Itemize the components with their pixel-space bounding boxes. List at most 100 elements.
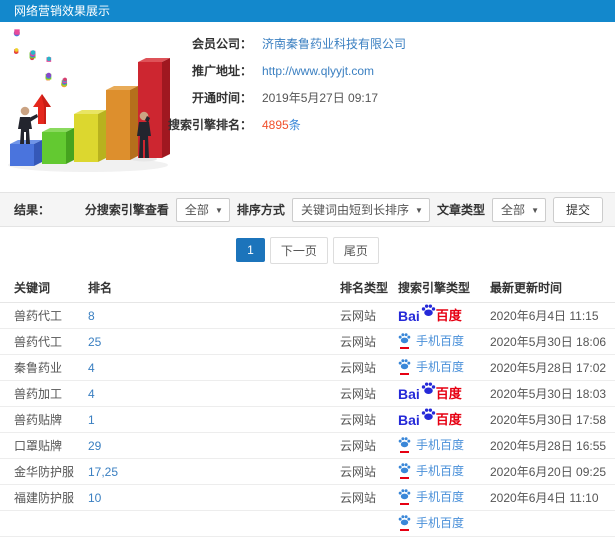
baidu-logo: Bai 百度	[398, 382, 462, 402]
member-company-link[interactable]: 济南秦鲁药业科技有限公司	[262, 36, 406, 52]
mobile-baidu-link[interactable]: 手机百度	[398, 358, 465, 376]
mobile-baidu-paw-icon	[398, 514, 412, 532]
keyword-cell: 兽药代工	[14, 335, 63, 349]
sort-label: 排序方式	[236, 203, 285, 217]
table-row: 兽药代工 8 云网站 Bai 百度 2020年6月4日 11:15	[0, 303, 615, 329]
mobile-baidu-label: 手机百度	[416, 359, 465, 374]
mobile-baidu-link[interactable]: 手机百度	[398, 462, 464, 480]
article-type-label: 文章类型	[436, 203, 485, 217]
rank-link[interactable]: 1	[88, 413, 340, 427]
rank-link[interactable]: 29	[88, 439, 340, 453]
mobile-baidu-paw-icon	[398, 332, 412, 350]
page-button-1[interactable]: 1	[236, 238, 265, 262]
engine-cell: 手机百度	[398, 358, 490, 378]
mobile-baidu-link[interactable]: 手机百度	[398, 332, 465, 350]
table-row: 手机百度	[0, 511, 615, 537]
engine-cell: 手机百度	[398, 514, 490, 534]
rank-type-cell: 云网站	[340, 387, 377, 401]
rank-type-cell: 云网站	[340, 361, 377, 375]
updated-cell: 2020年5月30日 18:06	[490, 335, 607, 349]
growth-chart-illustration	[8, 29, 170, 172]
rank-type-cell: 云网站	[340, 413, 377, 427]
rank-link[interactable]: 17,25	[88, 465, 340, 479]
col-rank: 排名	[88, 281, 113, 295]
results-table: 关键词 排名 排名类型 搜索引擎类型 最新更新时间 兽药代工 8 云网站 Bai 百度 2…	[0, 273, 615, 537]
rank-type-cell: 云网站	[340, 309, 377, 323]
baidu-logo-du: 百度	[435, 386, 462, 401]
engine-rank-row: 搜索引擎排名： 4895条	[160, 117, 406, 133]
chevron-down-icon: ▼	[415, 205, 423, 215]
table-row: 兽药加工 4 云网站 Bai 百度 2020年5月30日 18:03	[0, 381, 615, 407]
engine-rank-unit: 条	[288, 118, 301, 132]
keyword-cell: 秦鲁药业	[14, 361, 63, 375]
opened-time-row: 开通时间： 2019年5月27日 09:17	[160, 90, 406, 106]
updated-cell: 2020年6月4日 11:10	[490, 491, 599, 505]
mobile-baidu-paw-icon	[398, 488, 412, 506]
table-row: 福建防护服 10 云网站 手机百度 2020年6月4日 11:10	[0, 485, 615, 511]
confetti-dots	[13, 29, 68, 88]
engine-filter-label: 分搜索引擎查看	[84, 203, 169, 217]
chevron-down-icon: ▼	[215, 205, 223, 215]
engine-rank-value: 4895条	[262, 117, 301, 133]
baidu-logo-du: 百度	[435, 412, 462, 427]
updated-cell: 2020年6月20日 09:25	[490, 465, 607, 479]
rank-link[interactable]: 4	[88, 387, 340, 401]
rank-type-cell: 云网站	[340, 491, 377, 505]
mobile-baidu-link[interactable]: 手机百度	[398, 514, 464, 532]
rank-type-cell: 云网站	[340, 465, 377, 479]
mobile-baidu-link[interactable]: 手机百度	[398, 488, 464, 506]
engine-filter-selected: 全部	[184, 202, 209, 217]
baidu-logo: Bai 百度	[398, 408, 462, 428]
table-row: 口罩贴牌 29 云网站 手机百度 2020年5月28日 16:55	[0, 433, 615, 459]
updated-cell: 2020年5月30日 18:03	[490, 387, 607, 401]
page-title: 网络营销效果展示	[14, 4, 111, 18]
rank-link[interactable]: 4	[88, 361, 340, 375]
article-type-select[interactable]: 全部 ▼	[491, 197, 546, 222]
table-row: 金华防护服 17,25 云网站 手机百度 2020年6月20日 09:25	[0, 459, 615, 485]
up-arrow	[33, 94, 51, 124]
member-company-row: 会员公司： 济南秦鲁药业科技有限公司	[160, 36, 406, 52]
keyword-cell: 口罩贴牌	[14, 439, 63, 453]
table-row: 兽药代工 25 云网站 手机百度 2020年5月30日 18:06	[0, 329, 615, 355]
mobile-baidu-label: 手机百度	[416, 437, 465, 452]
baidu-paw-icon	[421, 407, 436, 424]
account-summary-section: 会员公司： 济南秦鲁药业科技有限公司 推广地址： http://www.qlyy…	[0, 22, 615, 192]
bar-yellow	[74, 110, 106, 162]
keyword-cell: 兽药加工	[14, 387, 63, 401]
rank-type-cell: 云网站	[340, 335, 377, 349]
submit-button[interactable]: 提交	[552, 196, 603, 223]
updated-cell: 2020年5月28日 17:02	[490, 361, 607, 375]
engine-cell: 手机百度	[398, 332, 490, 352]
engine-cell: 手机百度	[398, 462, 490, 482]
table-row: 秦鲁药业 4 云网站 手机百度 2020年5月28日 17:02	[0, 355, 615, 381]
engine-cell: Bai 百度	[398, 304, 490, 324]
baidu-logo-bai: Bai	[398, 411, 420, 428]
mobile-baidu-paw-icon	[398, 436, 412, 454]
account-details: 会员公司： 济南秦鲁药业科技有限公司 推广地址： http://www.qlyy…	[160, 36, 406, 144]
promo-url-link[interactable]: http://www.qlyyjt.com	[262, 63, 374, 79]
keyword-cell: 兽药贴牌	[14, 413, 63, 427]
mobile-baidu-link[interactable]: 手机百度	[398, 436, 465, 454]
rank-link[interactable]: 8	[88, 309, 340, 323]
sort-select[interactable]: 关键词由短到长排序 ▼	[291, 197, 430, 222]
keyword-cell: 兽药代工	[14, 309, 63, 323]
filter-controls: 分搜索引擎查看 全部 ▼ 排序方式 关键词由短到长排序 ▼ 文章类型 全部 ▼ …	[84, 196, 603, 223]
opened-time-value: 2019年5月27日 09:17	[262, 91, 379, 105]
col-engine-type: 搜索引擎类型	[398, 281, 471, 295]
opened-time-label: 开通时间：	[191, 91, 252, 105]
rank-link[interactable]: 25	[88, 335, 340, 349]
next-page-button[interactable]: 下一页	[269, 236, 328, 264]
title-bar: 网络营销效果展示	[0, 0, 615, 22]
baidu-logo-bai: Bai	[398, 385, 420, 402]
engine-filter-select[interactable]: 全部 ▼	[175, 197, 230, 222]
keyword-cell: 福建防护服	[14, 491, 75, 505]
rank-type-cell: 云网站	[340, 439, 377, 453]
last-page-button[interactable]: 尾页	[332, 236, 379, 264]
baidu-logo: Bai 百度	[398, 304, 462, 324]
mobile-baidu-label: 手机百度	[416, 333, 465, 348]
rank-link[interactable]: 10	[88, 491, 340, 505]
filter-bar: 结果： 分搜索引擎查看 全部 ▼ 排序方式 关键词由短到长排序 ▼ 文章类型 全…	[0, 192, 615, 227]
updated-cell: 2020年6月4日 11:15	[490, 309, 599, 323]
result-label: 结果：	[14, 203, 51, 217]
engine-cell: Bai 百度	[398, 382, 490, 402]
